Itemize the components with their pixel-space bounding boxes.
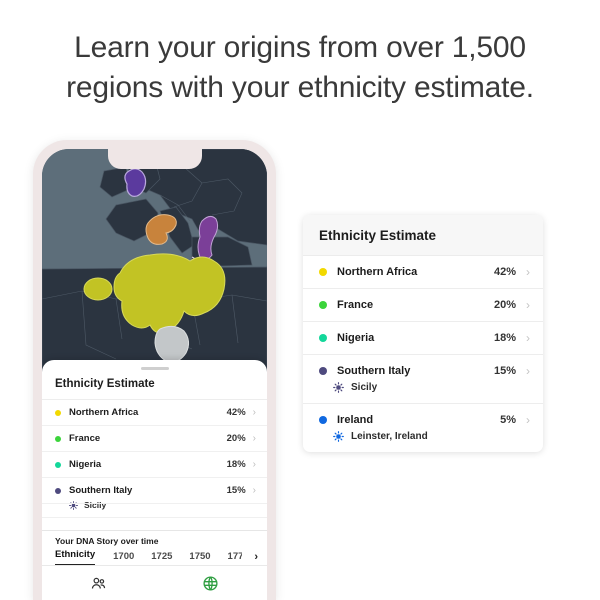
phone-sheet-title: Ethnicity Estimate [42,370,267,400]
page-headline: Learn your origins from over 1,500 regio… [0,28,600,108]
sub-region-row[interactable]: Sicily [303,382,543,403]
region-name: Nigeria [337,332,375,344]
chevron-right-icon[interactable]: › [526,299,530,311]
timeline-tab[interactable]: 1775 [228,551,242,566]
phone-ethnicity-sheet: Ethnicity Estimate Northern Africa 42% › Fr… [42,360,267,600]
region-name: Southern Italy [69,485,133,496]
region-name: France [337,299,374,311]
headline-line-2: regions with your ethnicity estimate. [66,70,534,104]
chevron-right-icon[interactable]: › [253,433,256,444]
region-percent: 20% [226,433,246,444]
phone-ethnicity-row[interactable]: Southern Italy 15% › [42,478,267,504]
region-color-dot [55,435,61,442]
phone-bottom-nav [42,565,267,600]
phone-notch [107,149,202,169]
chevron-right-icon[interactable]: › [253,485,256,496]
timeline-tab-list: Ethnicity 1700 1725 1750 1775 › [42,549,267,566]
timeline-tab[interactable]: 1700 [113,551,134,566]
region-name: Nigeria [69,459,102,470]
chevron-right-icon[interactable]: › [253,459,256,470]
phone-ethnicity-row[interactable]: France 20% › [42,426,267,452]
region-color-dot [55,487,61,494]
card-title: Ethnicity Estimate [303,215,543,256]
timeline-tab[interactable]: 1725 [151,551,172,566]
region-name: France [69,433,101,444]
phone-ethnicity-list: Northern Africa 42% › France 20% › Nigeria 18% ›… [42,400,267,518]
ethnicity-list: Northern Africa 42% › France 20% › Nigeria 18% ›… [303,256,543,452]
region-percent: 5% [500,414,516,426]
region-color-dot [55,409,61,416]
region-percent: 15% [493,365,516,377]
chevron-right-icon[interactable]: › [526,266,530,278]
region-percent: 18% [493,332,516,344]
chevron-right-icon[interactable]: › [526,332,530,344]
timeline-next-arrow[interactable]: › [254,551,258,566]
sub-region-row[interactable]: Leinster, Ireland [303,431,543,452]
headline-line-1: Learn your origins from over 1,500 [74,31,526,64]
region-color-dot [319,268,327,276]
sub-region-name: Sicily [351,382,378,393]
phone-mockup: Ethnicity Estimate Northern Africa 42% › Fr… [33,140,276,600]
timeline-tab[interactable]: Ethnicity [55,549,96,566]
ethnicity-map[interactable] [42,149,267,381]
sub-region-icon [333,382,344,393]
sub-region-name: Leinster, Ireland [351,431,428,442]
region-name: Northern Africa [337,266,418,278]
region-color-dot [319,416,327,424]
phone-ethnicity-row[interactable]: Northern Africa 42% › [42,400,267,426]
ethnicity-estimate-card: Ethnicity Estimate Northern Africa 42% › Fr… [303,215,543,452]
globe-icon[interactable] [202,575,219,592]
phone-ethnicity-row[interactable]: Nigeria 18% › [42,452,267,478]
region-percent: 42% [226,407,246,418]
timeline-title: Your DNA Story over time [55,536,159,546]
region-color-dot [319,334,327,342]
dna-story-timeline: Your DNA Story over time Ethnicity 1700 17… [42,530,267,566]
ethnicity-row[interactable]: Northern Africa 42% › [303,256,543,288]
region-percent: 15% [226,485,246,496]
ethnicity-row[interactable]: France 20% › [303,289,543,321]
chevron-right-icon[interactable]: › [526,414,530,426]
region-color-dot [319,301,327,309]
people-icon[interactable] [90,575,107,592]
sub-region-icon [333,431,344,442]
phone-screen: Ethnicity Estimate Northern Africa 42% › Fr… [42,149,267,600]
region-percent: 20% [493,299,516,311]
region-name: Ireland [337,414,374,426]
chevron-right-icon[interactable]: › [253,407,256,418]
region-color-dot [319,367,327,375]
region-name: Northern Africa [69,407,139,418]
chevron-right-icon[interactable]: › [526,365,530,377]
ethnicity-row[interactable]: Nigeria 18% › [303,322,543,354]
timeline-tab[interactable]: 1750 [189,551,210,566]
region-percent: 18% [226,459,246,470]
region-percent: 42% [493,266,516,278]
region-color-dot [55,461,61,468]
region-name: Southern Italy [337,365,411,377]
